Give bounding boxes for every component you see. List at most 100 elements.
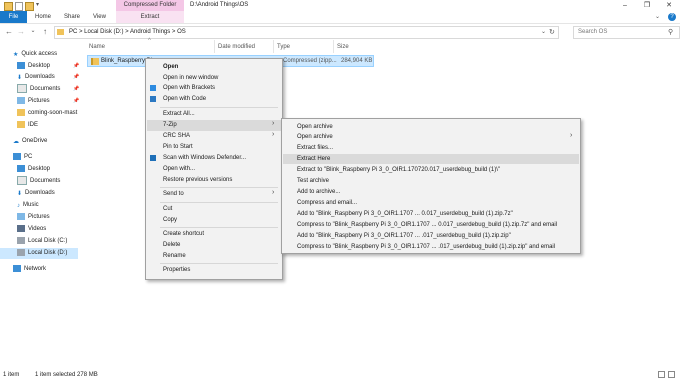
sidebar-item-local-disk-d[interactable]: Local Disk (D:) [17,248,67,259]
menu-item-open[interactable]: Open [163,62,178,72]
sidebar-item-onedrive[interactable]: ☁ OneDrive [13,136,47,147]
menu-item-open-brackets[interactable]: Open with Brackets [163,83,215,93]
sidebar-item-videos[interactable]: Videos [17,224,46,235]
submenu-item-open-archive[interactable]: Open archive [297,122,333,132]
sidebar-item-local-disk-c[interactable]: Local Disk (C:) [17,236,67,247]
tab-share[interactable]: Share [64,11,80,23]
large-icons-view-icon[interactable] [668,371,675,378]
new-folder-icon[interactable] [25,2,34,11]
submenu-item-add-to-zip[interactable]: Add to "Blink_Raspberry Pi 3_0_OIR1.1707… [297,231,511,241]
sidebar-item-label: Desktop [28,166,51,172]
up-icon[interactable]: ↑ [40,26,50,37]
menu-item-restore-versions[interactable]: Restore previous versions [163,175,232,185]
download-icon: ⬇ [17,74,23,81]
sidebar-item-pc-pictures[interactable]: Pictures [17,212,50,223]
details-view-icon[interactable] [658,371,665,378]
pin-icon[interactable]: 📌 [73,61,79,72]
sidebar-item-pc-downloads[interactable]: ⬇ Downloads [17,188,55,199]
chevron-down-icon[interactable]: ⌄ [541,27,546,38]
recent-locations-icon[interactable]: ⌄ [28,26,38,37]
search-input[interactable]: Search OS ⚲ [573,26,680,39]
submenu-item-extract-here[interactable]: Extract Here [297,154,330,164]
search-icon[interactable]: ⚲ [668,27,673,38]
pin-icon[interactable]: 📌 [73,72,79,83]
menu-item-cut[interactable]: Cut [163,204,172,214]
column-header-date[interactable]: Date modified [218,43,255,52]
sidebar-item-documents[interactable]: Documents 📌 [17,84,79,95]
tab-home[interactable]: Home [35,11,51,23]
menu-item-open-code[interactable]: Open with Code [163,94,206,104]
submenu-item-add-to-archive[interactable]: Add to archive... [297,187,340,197]
submenu-item-compress-zip-email[interactable]: Compress to "Blink_Raspberry Pi 3_0_OIR1… [297,242,555,252]
pictures-icon [17,96,25,104]
menu-item-create-shortcut[interactable]: Create shortcut [163,229,204,239]
sidebar-item-coming-soon-mast[interactable]: coming-soon-mast [17,108,77,119]
title-bar: ▾ [0,0,680,11]
restore-icon[interactable]: ❐ [636,0,658,11]
sidebar-item-label: coming-soon-mast [28,110,78,116]
submenu-item-extract-files[interactable]: Extract files... [297,143,333,153]
sidebar-item-label: Downloads [25,190,55,196]
expand-ribbon-icon[interactable]: ⌄ [655,11,660,23]
close-icon[interactable]: ✕ [658,0,680,11]
submenu-item-compress-7z-email[interactable]: Compress to "Blink_Raspberry Pi 3_0_OIR1… [297,220,557,230]
refresh-icon[interactable]: ↻ [549,27,555,38]
quick-access-dropdown-icon[interactable]: ▾ [36,0,39,11]
sidebar-item-desktop[interactable]: Desktop 📌 [17,61,79,72]
item-count: 1 item [3,372,20,378]
sidebar-item-label: Downloads [25,74,55,80]
sidebar-item-music[interactable]: ♪ Music [17,200,39,211]
menu-item-pin-start[interactable]: Pin to Start [163,142,193,152]
column-divider[interactable] [214,40,215,53]
submenu-item-open-archive-2[interactable]: Open archive [297,132,333,142]
submenu-item-extract-to[interactable]: Extract to "Blink_Raspberry Pi 3_0_OIR1.… [297,165,500,175]
sort-indicator-icon: ^ [148,38,151,44]
menu-item-crc-sha[interactable]: CRC SHA [163,131,190,141]
sidebar-item-downloads[interactable]: ⬇ Downloads 📌 [17,72,79,83]
breadcrumb[interactable]: PC > Local Disk (D:) > Android Things > … [69,27,186,38]
help-icon[interactable]: ? [668,13,676,21]
submenu-item-compress-email[interactable]: Compress and email... [297,198,357,208]
column-header-type[interactable]: Type [277,43,290,52]
tab-extract[interactable]: Extract [116,11,184,23]
menu-separator [160,227,278,228]
submenu-item-add-to-7z[interactable]: Add to "Blink_Raspberry Pi 3_0_OIR1.1707… [297,209,513,219]
sidebar-item-pc-desktop[interactable]: Desktop [17,164,50,175]
forward-icon[interactable]: → [16,26,26,37]
sidebar-item-network[interactable]: Network [13,264,46,275]
submenu-item-test-archive[interactable]: Test archive [297,176,329,186]
column-header-size[interactable]: Size [337,43,349,52]
tab-file[interactable]: File [0,11,27,23]
pin-icon[interactable]: 📌 [73,84,79,95]
menu-item-7zip[interactable]: 7-Zip [163,120,177,130]
sidebar-item-quick-access[interactable]: ★ Quick access [13,49,57,60]
menu-item-rename[interactable]: Rename [163,251,186,261]
documents-icon [17,176,27,185]
menu-item-properties[interactable]: Properties [163,265,190,275]
sidebar-item-pc[interactable]: PC [13,152,32,163]
tab-view[interactable]: View [93,11,106,23]
minimize-icon[interactable]: – [614,0,636,11]
menu-item-open-with[interactable]: Open with... [163,164,195,174]
folder-icon [57,29,64,35]
menu-item-send-to[interactable]: Send to [163,189,184,199]
address-bar[interactable]: PC > Local Disk (D:) > Android Things > … [54,26,559,39]
sidebar-item-pictures[interactable]: Pictures 📌 [17,96,79,107]
menu-item-delete[interactable]: Delete [163,240,180,250]
sidebar-item-pc-documents[interactable]: Documents [17,176,60,187]
column-header-name[interactable]: Name [89,43,105,52]
menu-item-scan-defender[interactable]: Scan with Windows Defender... [163,153,246,163]
properties-icon[interactable] [15,2,23,11]
menu-item-open-new-window[interactable]: Open in new window [163,73,218,83]
menu-item-copy[interactable]: Copy [163,215,177,225]
menu-item-extract-all[interactable]: Extract All... [163,109,195,119]
column-divider[interactable] [273,40,274,53]
back-icon[interactable]: ← [4,26,14,37]
music-icon: ♪ [17,202,20,209]
file-type: Compressed (zipp... [283,58,337,64]
context-menu: Open Open in new window Open with Bracke… [145,58,283,280]
sidebar-item-ide[interactable]: IDE [17,120,38,131]
pin-icon[interactable]: 📌 [73,96,79,107]
vscode-icon [150,96,156,102]
column-divider[interactable] [333,40,334,53]
